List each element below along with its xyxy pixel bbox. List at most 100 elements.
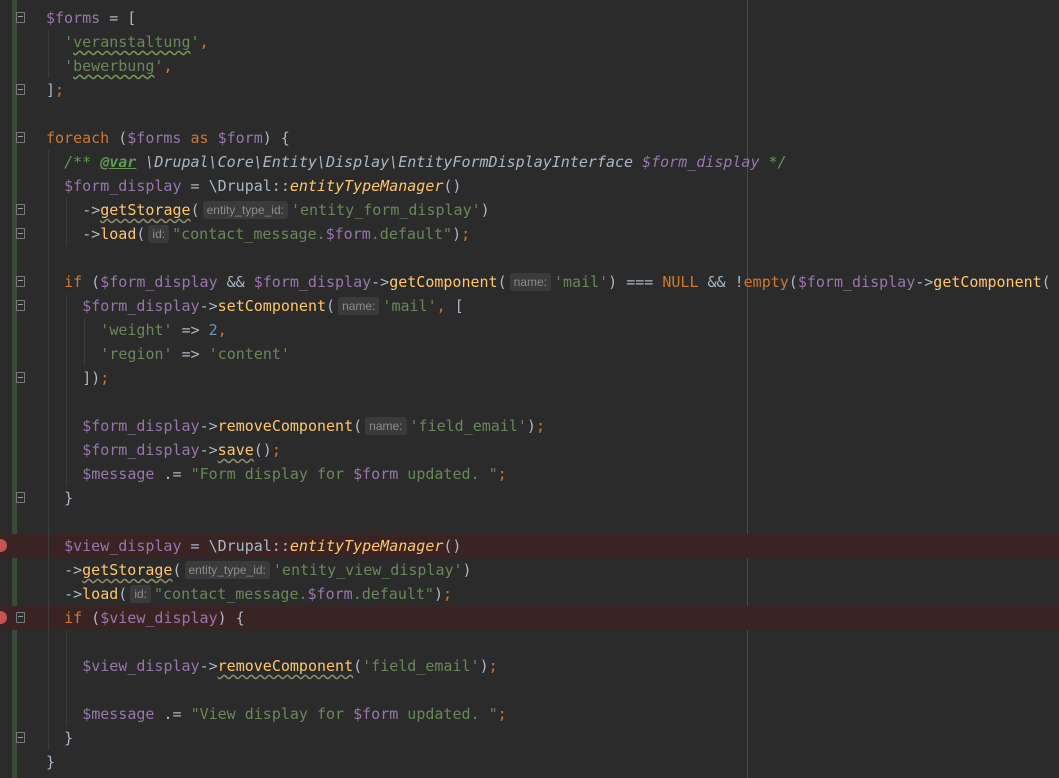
code-text: ) { — [217, 609, 245, 627]
code-string: ' — [64, 33, 74, 51]
code-line[interactable] — [0, 390, 1059, 414]
breakpoint-icon[interactable] — [0, 539, 7, 552]
indent-guide — [66, 198, 68, 222]
fold-open-icon[interactable] — [16, 612, 25, 623]
code-variable: $form_display — [100, 273, 218, 291]
code-line[interactable]: ]); — [0, 366, 1059, 390]
code-function: removeComponent — [217, 417, 354, 435]
code-line[interactable]: } — [0, 750, 1059, 774]
fold-open-icon[interactable] — [16, 12, 25, 23]
code-text: = \Drupal:: — [181, 537, 290, 555]
code-line-content: 'veranstaltung', — [64, 30, 209, 54]
code-line-content: } — [46, 750, 55, 774]
code-string: "contact_message. — [154, 585, 308, 603]
indent-guide — [66, 678, 68, 702]
code-line[interactable]: if ($form_display && $form_display->getC… — [0, 270, 1059, 294]
code-variable: $form — [217, 129, 263, 147]
code-string: veranstaltung — [73, 33, 191, 51]
code-keyword: ; — [488, 657, 498, 675]
code-editor[interactable]: $forms = ['veranstaltung','bewerbung',];… — [0, 6, 1059, 774]
fold-close-icon[interactable] — [16, 372, 25, 383]
fold-open-icon[interactable] — [16, 276, 25, 287]
fold-open-icon[interactable] — [16, 204, 25, 215]
code-comment-type: \Drupal\Core\Entity\Display\EntityFormDi… — [145, 153, 634, 171]
indent-guide — [48, 534, 49, 558]
code-line[interactable]: 'bewerbung', — [0, 54, 1059, 78]
code-keyword: if — [64, 609, 83, 627]
code-keyword: ; — [461, 225, 471, 243]
code-line[interactable] — [0, 678, 1059, 702]
indent-guide — [66, 390, 68, 414]
code-line[interactable]: foreach ($forms as $form) { — [0, 126, 1059, 150]
code-line[interactable] — [0, 102, 1059, 126]
code-line[interactable]: $view_display = \Drupal::entityTypeManag… — [0, 534, 1059, 558]
code-line[interactable]: $form_display->setComponent(name:'mail',… — [0, 294, 1059, 318]
code-line[interactable] — [0, 630, 1059, 654]
fold-close-icon[interactable] — [16, 228, 25, 239]
code-line[interactable]: ->getStorage(entity_type_id:'entity_view… — [0, 558, 1059, 582]
fold-close-icon[interactable] — [16, 84, 25, 95]
code-line[interactable]: $message .= "View display for $form upda… — [0, 702, 1059, 726]
fold-close-icon[interactable] — [16, 492, 25, 503]
code-variable: $message — [82, 465, 155, 483]
code-line[interactable]: $message .= "Form display for $form upda… — [0, 462, 1059, 486]
code-line[interactable]: ->load(id: "contact_message.$form.default… — [0, 222, 1059, 246]
code-line[interactable]: ]; — [0, 78, 1059, 102]
indent-guide — [48, 438, 49, 462]
code-line[interactable]: $form_display = \Drupal::entityTypeManag… — [0, 174, 1059, 198]
code-line[interactable]: $forms = [ — [0, 6, 1059, 30]
code-text: ( — [1041, 273, 1051, 291]
code-line[interactable]: 'weight' => 2, — [0, 318, 1059, 342]
code-text: -> — [199, 417, 218, 435]
code-line-content: foreach ($forms as $form) { — [46, 126, 290, 150]
code-variable: $form_display — [82, 441, 200, 459]
code-text: ( — [788, 273, 798, 291]
code-line[interactable]: } — [0, 726, 1059, 750]
code-function: getComponent — [389, 273, 498, 291]
code-line[interactable]: 'region' => 'content' — [0, 342, 1059, 366]
code-text: ( — [353, 417, 363, 435]
fold-open-icon[interactable] — [16, 132, 25, 143]
code-variable: $form_display — [82, 417, 200, 435]
code-string: 'entity_view_display' — [272, 561, 463, 579]
code-line[interactable]: ->load(id: "contact_message.$form.default… — [0, 582, 1059, 606]
code-line[interactable]: $form_display->removeComponent(name:'fie… — [0, 414, 1059, 438]
code-text: ] — [46, 81, 56, 99]
code-line-content: 'region' => 'content' — [100, 342, 290, 366]
code-line[interactable] — [0, 510, 1059, 534]
breakpoint-icon[interactable] — [0, 611, 7, 624]
code-keyword: ; — [55, 81, 65, 99]
code-text: -> — [199, 297, 218, 315]
code-keyword: , — [163, 57, 173, 75]
code-text: ) === — [608, 273, 663, 291]
code-keyword: ; — [497, 705, 507, 723]
indent-guide — [48, 654, 49, 678]
code-variable: $forms — [127, 129, 182, 147]
code-line[interactable]: if ($view_display) { — [0, 606, 1059, 630]
code-line-content: 'weight' => 2, — [100, 318, 226, 342]
indent-guide — [48, 726, 49, 750]
code-variable: $form_display — [82, 297, 200, 315]
fold-open-icon[interactable] — [16, 300, 25, 311]
indent-guide — [66, 366, 68, 390]
code-line[interactable]: 'veranstaltung', — [0, 30, 1059, 54]
code-line[interactable]: $view_display->removeComponent('field_em… — [0, 654, 1059, 678]
code-keyword: if — [64, 273, 83, 291]
code-keyword: foreach — [46, 129, 110, 147]
code-line[interactable]: ->getStorage(entity_type_id:'entity_form… — [0, 198, 1059, 222]
code-line-content: $form_display->removeComponent(name:'fie… — [82, 414, 545, 438]
indent-guide — [48, 150, 49, 174]
fold-close-icon[interactable] — [16, 732, 25, 743]
code-text: ( — [497, 273, 507, 291]
code-line[interactable]: } — [0, 486, 1059, 510]
code-line[interactable] — [0, 246, 1059, 270]
code-text: } — [64, 729, 74, 747]
code-line[interactable]: $form_display->save(); — [0, 438, 1059, 462]
code-line-content: ]; — [46, 78, 64, 102]
indent-guide — [48, 678, 49, 702]
code-function: getStorage — [100, 201, 191, 219]
indent-guide — [66, 294, 68, 318]
code-line[interactable]: /** @var \Drupal\Core\Entity\Display\Ent… — [0, 150, 1059, 174]
code-line-content: $form_display = \Drupal::entityTypeManag… — [64, 174, 461, 198]
indent-guide — [48, 486, 49, 510]
